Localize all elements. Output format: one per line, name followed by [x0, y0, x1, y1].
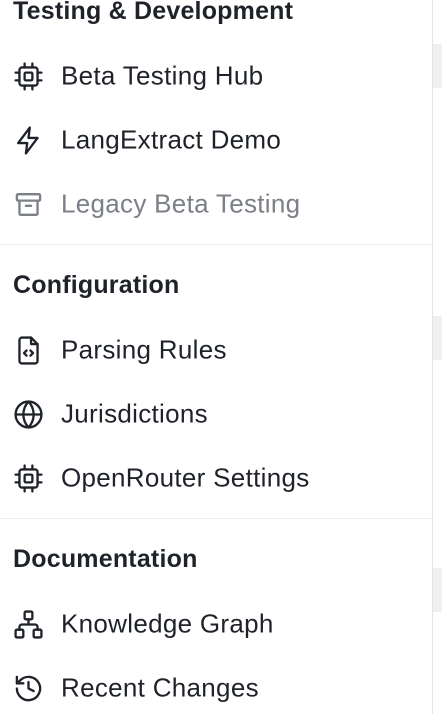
menu-item-legacy-beta-testing[interactable]: Legacy Beta Testing — [0, 174, 432, 234]
background-band — [433, 316, 442, 360]
menu-item-label: Jurisdictions — [61, 398, 208, 429]
divider — [0, 518, 432, 519]
archive-icon — [12, 188, 44, 220]
menu-item-label: Recent Changes — [61, 672, 259, 703]
divider — [0, 244, 432, 245]
network-icon — [12, 608, 44, 640]
file-code-icon — [12, 334, 44, 366]
menu-item-openrouter-settings[interactable]: OpenRouter Settings — [0, 448, 432, 508]
cpu-icon — [12, 462, 44, 494]
menu-item-jurisdictions[interactable]: Jurisdictions — [0, 384, 432, 444]
menu-item-label: Knowledge Graph — [61, 608, 274, 639]
section-title-documentation: Documentation — [13, 545, 198, 573]
menu-item-label: Parsing Rules — [61, 334, 227, 365]
background-band — [433, 568, 442, 612]
section-title-configuration: Configuration — [13, 271, 180, 299]
background-band — [433, 44, 442, 88]
menu-item-label: OpenRouter Settings — [61, 462, 310, 493]
menu-item-parsing-rules[interactable]: Parsing Rules — [0, 320, 432, 380]
cpu-icon — [12, 60, 44, 92]
menu-item-label: LangExtract Demo — [61, 124, 282, 155]
lightning-icon — [12, 124, 44, 156]
menu-item-beta-testing-hub[interactable]: Beta Testing Hub — [0, 46, 432, 106]
background-content-edge — [433, 0, 442, 714]
menu-item-recent-changes[interactable]: Recent Changes — [0, 658, 432, 714]
menu-item-label: Beta Testing Hub — [61, 60, 264, 91]
menu-item-label: Legacy Beta Testing — [61, 188, 301, 219]
menu-item-langextract-demo[interactable]: LangExtract Demo — [0, 110, 432, 170]
history-icon — [12, 672, 44, 704]
globe-icon — [12, 398, 44, 430]
menu-item-knowledge-graph[interactable]: Knowledge Graph — [0, 594, 432, 654]
section-title-testing-development: Testing & Development — [13, 0, 294, 25]
sidebar-menu: Testing & Development Beta Testing Hub L… — [0, 0, 433, 714]
